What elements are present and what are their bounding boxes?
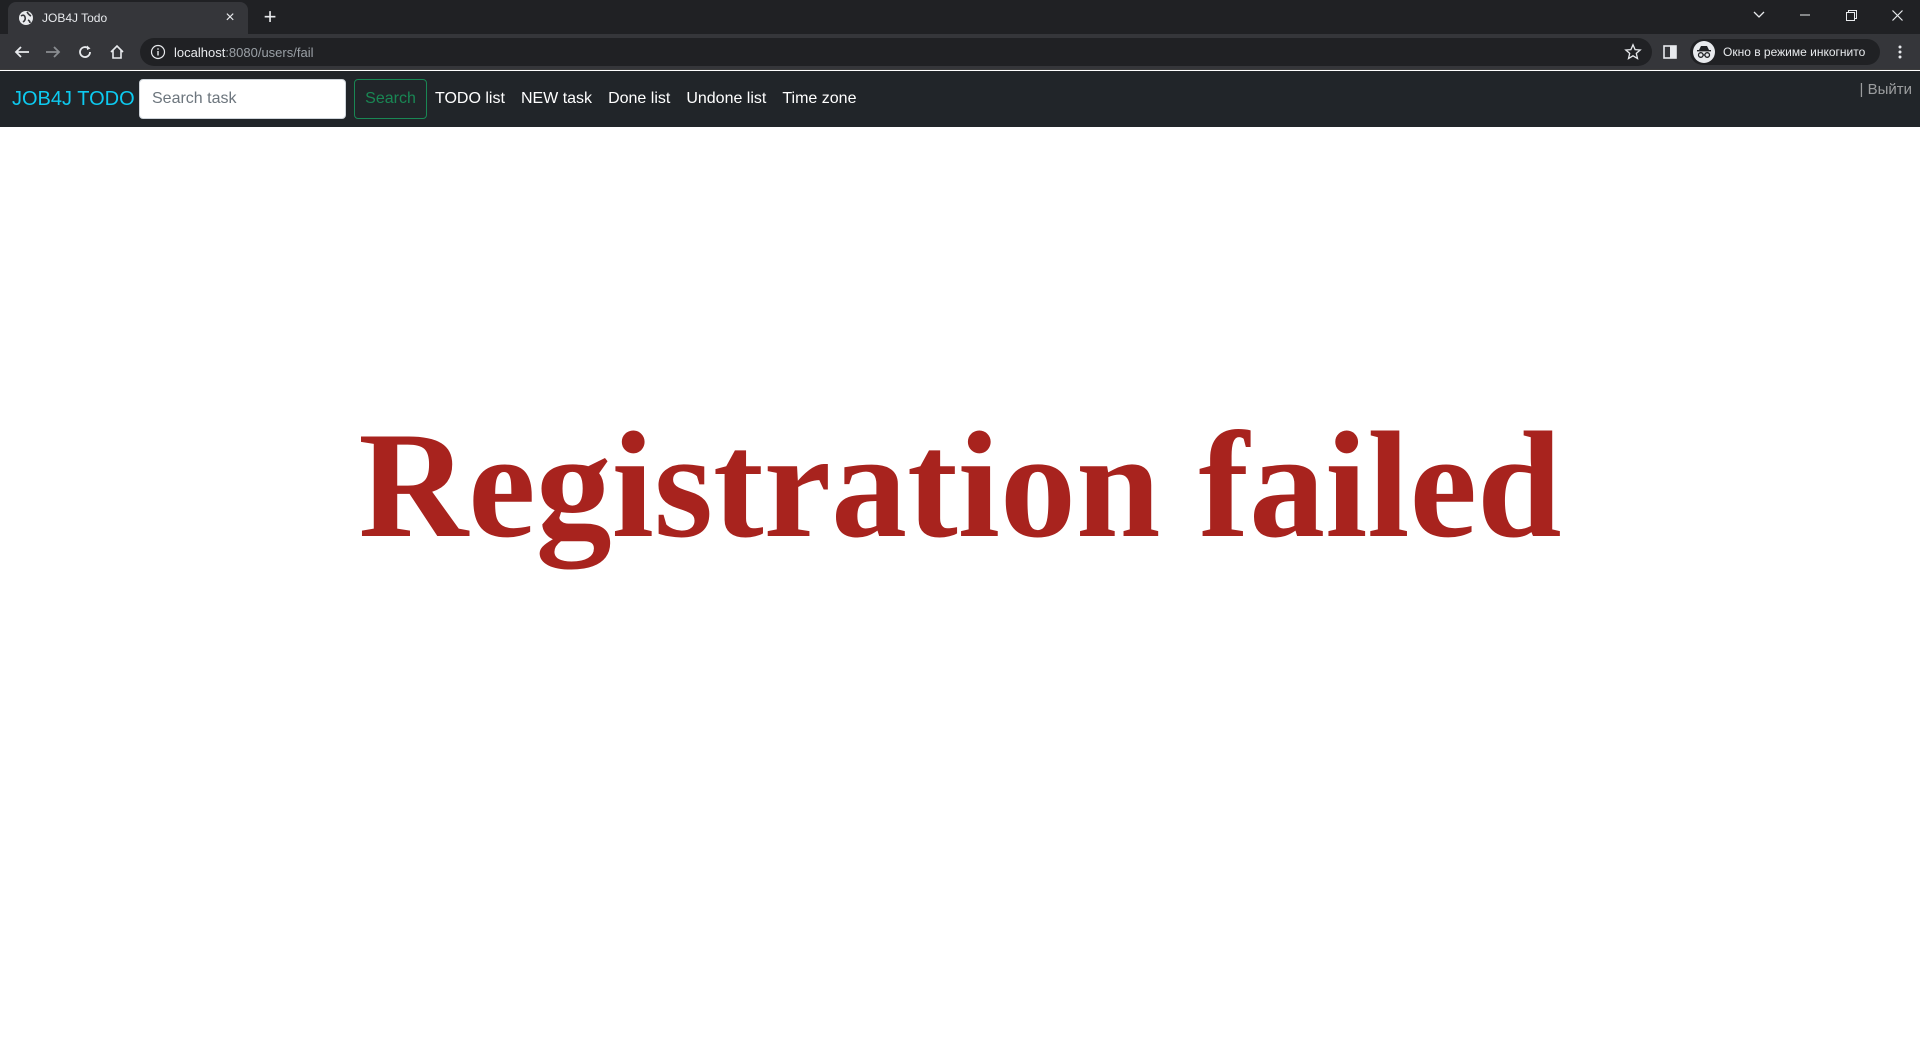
chrome-menu-icon[interactable] — [1888, 40, 1912, 64]
nav-links: TODO list NEW task Done list Undone list… — [427, 87, 864, 111]
nav-link-time-zone[interactable]: Time zone — [774, 87, 864, 111]
url-path: :8080/users/fail — [225, 44, 314, 60]
logout-link[interactable]: | Выйти — [1860, 81, 1912, 98]
main-content: Registration failed — [0, 127, 1920, 1043]
browser-tab[interactable]: JOB4J Todo × — [8, 2, 248, 34]
browser-toolbar: localhost:8080/users/fail Окно в режиме … — [0, 34, 1920, 70]
incognito-label: Окно в режиме инкогнито — [1723, 45, 1866, 59]
app-navbar: JOB4J TODO Search TODO list NEW task Don… — [0, 71, 1920, 127]
url-host: localhost — [174, 44, 226, 60]
new-tab-icon[interactable]: + — [258, 5, 282, 29]
nav-link-done-list[interactable]: Done list — [600, 87, 678, 111]
back-arrow-icon[interactable] — [10, 40, 34, 64]
nav-link-undone-list[interactable]: Undone list — [678, 87, 774, 111]
home-icon[interactable] — [105, 40, 129, 64]
nav-link-new-task[interactable]: NEW task — [513, 87, 600, 111]
reload-icon[interactable] — [73, 40, 97, 64]
bookmark-star-icon[interactable] — [1624, 43, 1642, 61]
close-window-icon[interactable] — [1874, 0, 1920, 30]
restore-icon[interactable] — [1828, 0, 1874, 30]
registration-failed-message: Registration failed — [358, 401, 1562, 569]
tab-search-chevron-icon[interactable] — [1736, 0, 1782, 30]
side-panel-icon[interactable] — [1658, 40, 1682, 64]
minimize-icon[interactable] — [1782, 0, 1828, 30]
incognito-icon — [1693, 41, 1715, 63]
nav-link-todo-list[interactable]: TODO list — [427, 87, 513, 111]
search-button[interactable]: Search — [354, 79, 427, 119]
search-input[interactable] — [139, 79, 346, 119]
incognito-indicator[interactable]: Окно в режиме инкогнито — [1690, 39, 1880, 65]
globe-icon — [19, 11, 33, 25]
forward-arrow-icon[interactable] — [41, 40, 65, 64]
brand-link[interactable]: JOB4J TODO — [12, 85, 135, 113]
tab-close-icon[interactable]: × — [222, 10, 238, 26]
url-text: localhost:8080/users/fail — [174, 45, 313, 60]
tab-title: JOB4J Todo — [42, 11, 108, 25]
address-bar[interactable]: localhost:8080/users/fail — [140, 38, 1652, 66]
browser-tabstrip: JOB4J Todo × + — [0, 0, 1920, 34]
site-info-icon[interactable] — [150, 44, 166, 60]
